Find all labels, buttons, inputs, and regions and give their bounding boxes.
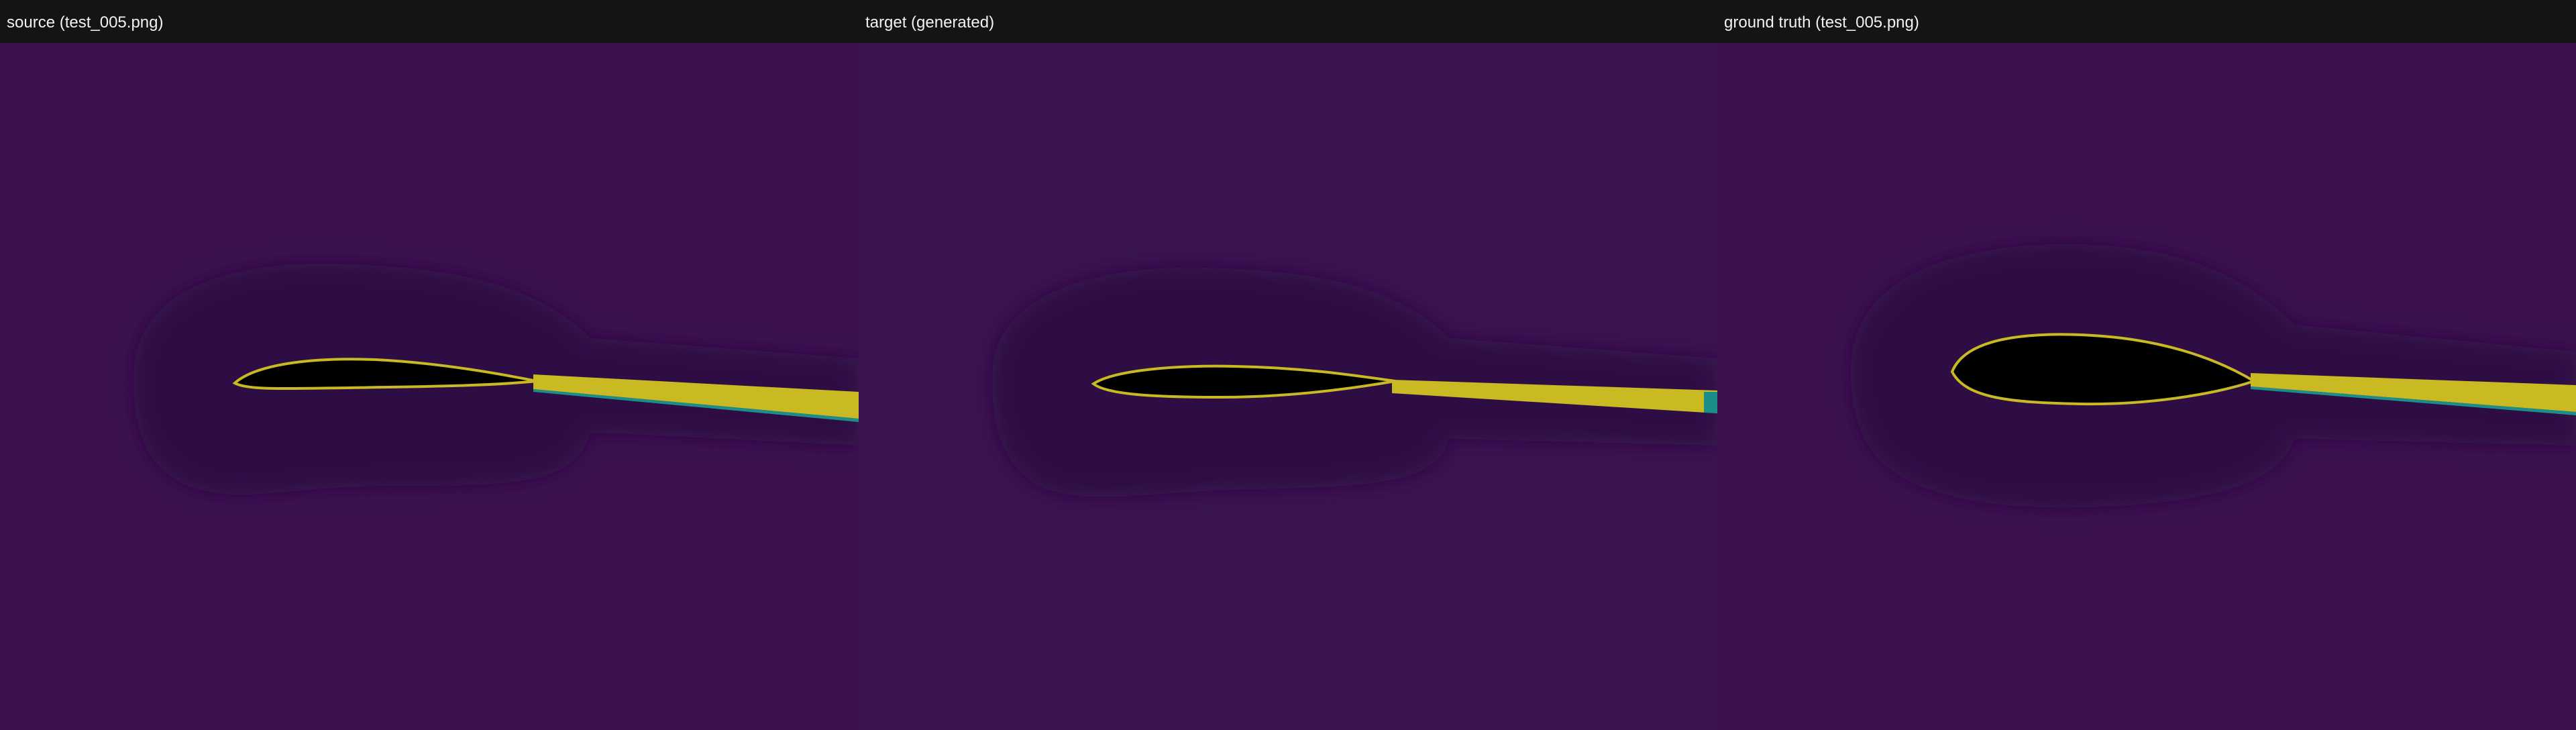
comparison-strip: source (test_005.png) target (generated)	[0, 0, 2576, 730]
panel-header: source (test_005.png)	[0, 0, 859, 43]
panel-header: ground truth (test_005.png)	[1717, 0, 2576, 43]
panel-target: target (generated)	[859, 0, 1717, 730]
panel-header: target (generated)	[859, 0, 1717, 43]
flow-field-image	[0, 43, 859, 730]
wake-edge	[1704, 392, 1717, 413]
flow-field-image	[1717, 43, 2576, 730]
panel-source: source (test_005.png)	[0, 0, 859, 730]
panel-title: ground truth (test_005.png)	[1724, 13, 1919, 32]
panel-title: target (generated)	[865, 13, 995, 32]
panel-title: source (test_005.png)	[7, 13, 164, 32]
flow-field-image	[859, 43, 1717, 730]
panel-ground-truth: ground truth (test_005.png)	[1717, 0, 2576, 730]
